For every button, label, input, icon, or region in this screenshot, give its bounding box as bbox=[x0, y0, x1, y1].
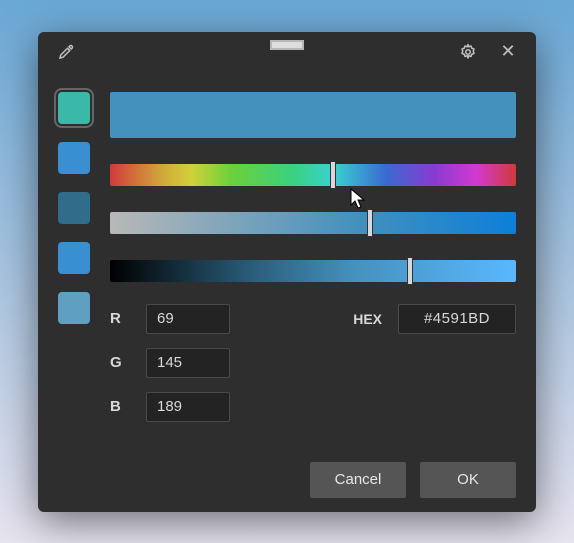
r-input[interactable] bbox=[146, 304, 230, 334]
color-picker-dialog: ✕ R HEX bbox=[38, 32, 536, 512]
swatch-1[interactable] bbox=[58, 142, 90, 174]
lightness-slider[interactable] bbox=[110, 260, 516, 282]
swatch-3[interactable] bbox=[58, 242, 90, 274]
saturation-slider[interactable] bbox=[110, 212, 516, 234]
saturation-thumb[interactable] bbox=[367, 209, 373, 237]
lightness-thumb[interactable] bbox=[407, 257, 413, 285]
swatch-2[interactable] bbox=[58, 192, 90, 224]
hex-input[interactable] bbox=[398, 304, 516, 334]
settings-icon[interactable] bbox=[452, 36, 484, 68]
color-preview bbox=[110, 92, 516, 138]
hue-slider[interactable] bbox=[110, 164, 516, 186]
titlebar: ✕ bbox=[38, 32, 536, 72]
g-label: G bbox=[110, 354, 136, 371]
close-icon[interactable]: ✕ bbox=[492, 36, 524, 68]
swatch-4[interactable] bbox=[58, 292, 90, 324]
swatch-column bbox=[38, 72, 110, 498]
b-label: B bbox=[110, 398, 136, 415]
ok-button[interactable]: OK bbox=[420, 462, 516, 498]
r-label: R bbox=[110, 310, 136, 327]
g-input[interactable] bbox=[146, 348, 230, 378]
hex-label: HEX bbox=[353, 311, 388, 327]
hue-thumb[interactable] bbox=[330, 161, 336, 189]
b-input[interactable] bbox=[146, 392, 230, 422]
cancel-button[interactable]: Cancel bbox=[310, 462, 406, 498]
drag-handle-icon[interactable] bbox=[270, 40, 304, 50]
eyedropper-icon[interactable] bbox=[50, 36, 82, 68]
swatch-0[interactable] bbox=[58, 92, 90, 124]
